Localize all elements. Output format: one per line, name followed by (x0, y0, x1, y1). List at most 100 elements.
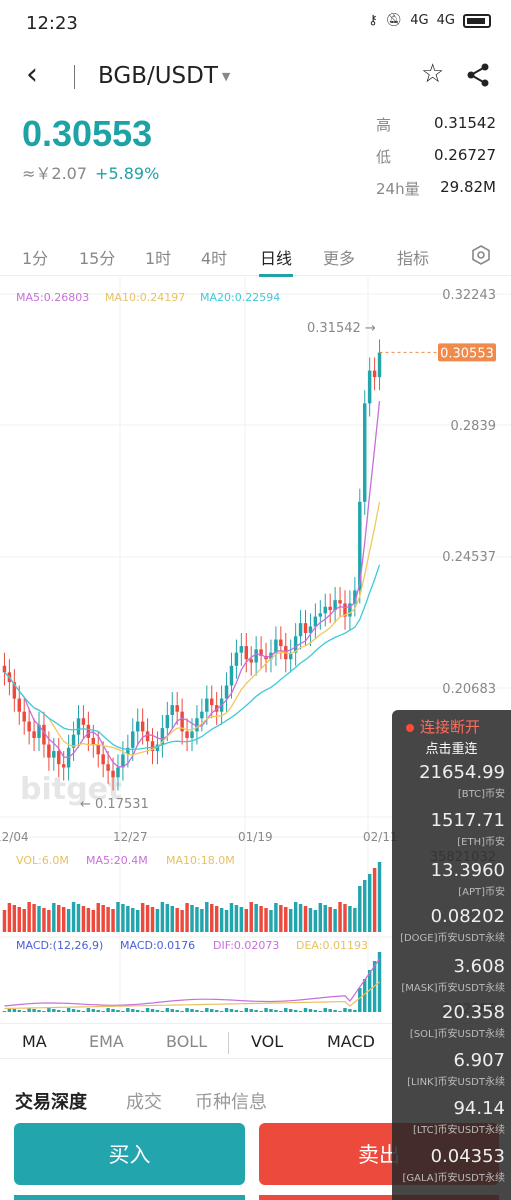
candle-body (200, 711, 204, 719)
x-tick-label: 01/19 (238, 830, 273, 844)
volume-bar (259, 906, 263, 932)
vol-ma5-legend: MA5:20.4M (86, 854, 148, 867)
candle-body (323, 606, 327, 614)
reconnect-button[interactable]: 点击重连 (392, 738, 511, 757)
volume-bar (343, 904, 347, 932)
volume-bar (71, 902, 76, 932)
ma5-legend: MA5:0.26803 (16, 291, 89, 304)
nav-bar: ‹ BGB/USDT ▼ ☆ (0, 50, 511, 106)
volume-bar (274, 903, 278, 932)
candle-body (52, 751, 56, 758)
volume-bar (200, 909, 204, 932)
macd-bar (219, 1011, 224, 1012)
ticker-item[interactable]: 21654.99 [BTC]币安 (392, 762, 505, 800)
ticker-item[interactable]: 94.14 [LTC]币安USDT永续 (392, 1098, 505, 1136)
volume-bar (47, 910, 51, 932)
pair-selector[interactable]: BGB/USDT ▼ (98, 63, 230, 89)
status-dot-icon (406, 723, 414, 732)
tab-1h[interactable]: 1时 (145, 245, 171, 269)
ticker-item[interactable]: 20.358 [SOL]币安USDT永续 (392, 1002, 505, 1040)
volume-bar (150, 907, 155, 932)
candle-body (234, 652, 239, 666)
candle-body (210, 698, 214, 706)
high-marker: 0.31542 → (307, 321, 376, 336)
volume-bar (116, 902, 120, 932)
tab-trades[interactable]: 成交 (126, 1088, 162, 1114)
volume-bar (17, 907, 21, 932)
ticker-name: [LINK]币安USDT永续 (407, 1077, 505, 1088)
indicator-vol[interactable]: VOL (251, 1032, 283, 1051)
stat-label: 低 (376, 148, 392, 166)
candle-body (205, 698, 209, 712)
tab-4h[interactable]: 4时 (201, 245, 227, 269)
tab-1min[interactable]: 1分 (22, 245, 48, 269)
candle-body (165, 714, 170, 729)
ticker-item[interactable]: 6.907 [LINK]币安USDT永续 (392, 1050, 505, 1088)
tab-15min[interactable]: 15分 (79, 245, 115, 269)
stat-row-volume: 24h量 29.82M (376, 178, 496, 210)
macd-bar (61, 1011, 66, 1012)
macd-bar (111, 1009, 115, 1012)
indicator-boll[interactable]: BOLL (166, 1032, 207, 1051)
signal-icon-2: 4G (436, 13, 455, 28)
floating-ticker-panel[interactable]: 连接断开 点击重连 21654.99 [BTC]币安 1517.71 [ETH]币安… (392, 710, 511, 1200)
volume-bar (96, 903, 100, 932)
volume-bar (61, 907, 66, 932)
buy-button[interactable]: 买入 (14, 1123, 245, 1185)
macd-bar (353, 1010, 357, 1012)
candle-body (229, 665, 234, 686)
candle-body (363, 403, 367, 502)
indicator-ema[interactable]: EMA (89, 1032, 124, 1051)
back-button[interactable]: ‹ (26, 60, 38, 90)
tab-more[interactable]: 更多 (323, 245, 355, 269)
macd-bar (323, 1008, 327, 1012)
pair-title: BGB/USDT (98, 63, 218, 89)
volume-bar (264, 908, 268, 932)
volume-bar (91, 910, 96, 932)
volume-bar (298, 904, 303, 932)
tab-indicators[interactable]: 指标 (397, 245, 429, 269)
macd-bar (2, 1011, 7, 1012)
ticker-price: 3.608 (453, 956, 505, 977)
settings-hexagon-icon[interactable] (470, 244, 492, 266)
tab-coin-info[interactable]: 币种信息 (195, 1088, 267, 1114)
ticker-name: [APT]币安 (458, 887, 505, 898)
share-icon[interactable] (465, 62, 491, 88)
vol-ma10-legend: MA10:18.0M (166, 854, 235, 867)
volume-bar (308, 908, 313, 932)
volume-bar (333, 909, 337, 932)
favorite-star-icon[interactable]: ☆ (421, 61, 444, 87)
candle-body (279, 639, 283, 647)
candle-body (2, 665, 7, 673)
volume-bar (313, 910, 318, 932)
ticker-item[interactable]: 1517.71 [ETH]币安 (392, 810, 505, 848)
candle-body (328, 606, 332, 611)
ticker-item[interactable]: 0.08202 [DOGE]币安USDT永续 (392, 906, 505, 944)
tab-daily[interactable]: 日线 (260, 245, 292, 269)
macd-bar (71, 1009, 76, 1012)
volume-bar (279, 905, 283, 932)
macd-bar (131, 1009, 135, 1012)
ticker-price: 20.358 (442, 1002, 505, 1023)
volume-bar (288, 909, 293, 932)
timeframe-bar: 1分 15分 1时 4时 日线 更多 指标 (0, 236, 511, 277)
volume-bar (219, 908, 224, 932)
ma10-line (4, 501, 381, 756)
y-tick-label: 0.24537 (442, 550, 496, 565)
macd-bar (37, 1010, 41, 1012)
status-icons: ⚷ 🔕︎ 4G 4G (368, 13, 491, 28)
macd-bar (348, 1009, 352, 1012)
indicator-macd[interactable]: MACD (327, 1032, 375, 1051)
ticker-price: 0.04353 (430, 1146, 505, 1167)
ticker-item[interactable]: 3.608 [MASK]币安USDT永续 (392, 956, 505, 994)
candle-body (57, 751, 61, 765)
macd-bar (47, 1008, 51, 1012)
volume-bar (229, 903, 234, 932)
ticker-item[interactable]: 13.3960 [APT]币安 (392, 860, 505, 898)
volume-bar (37, 906, 41, 932)
candle-body (131, 731, 135, 748)
ticker-item[interactable]: 0.04353 [GALA]币安USDT永续 (392, 1146, 505, 1184)
volume-bar (81, 906, 86, 932)
indicator-ma[interactable]: MA (22, 1032, 47, 1051)
tab-depth[interactable]: 交易深度 (15, 1088, 87, 1114)
